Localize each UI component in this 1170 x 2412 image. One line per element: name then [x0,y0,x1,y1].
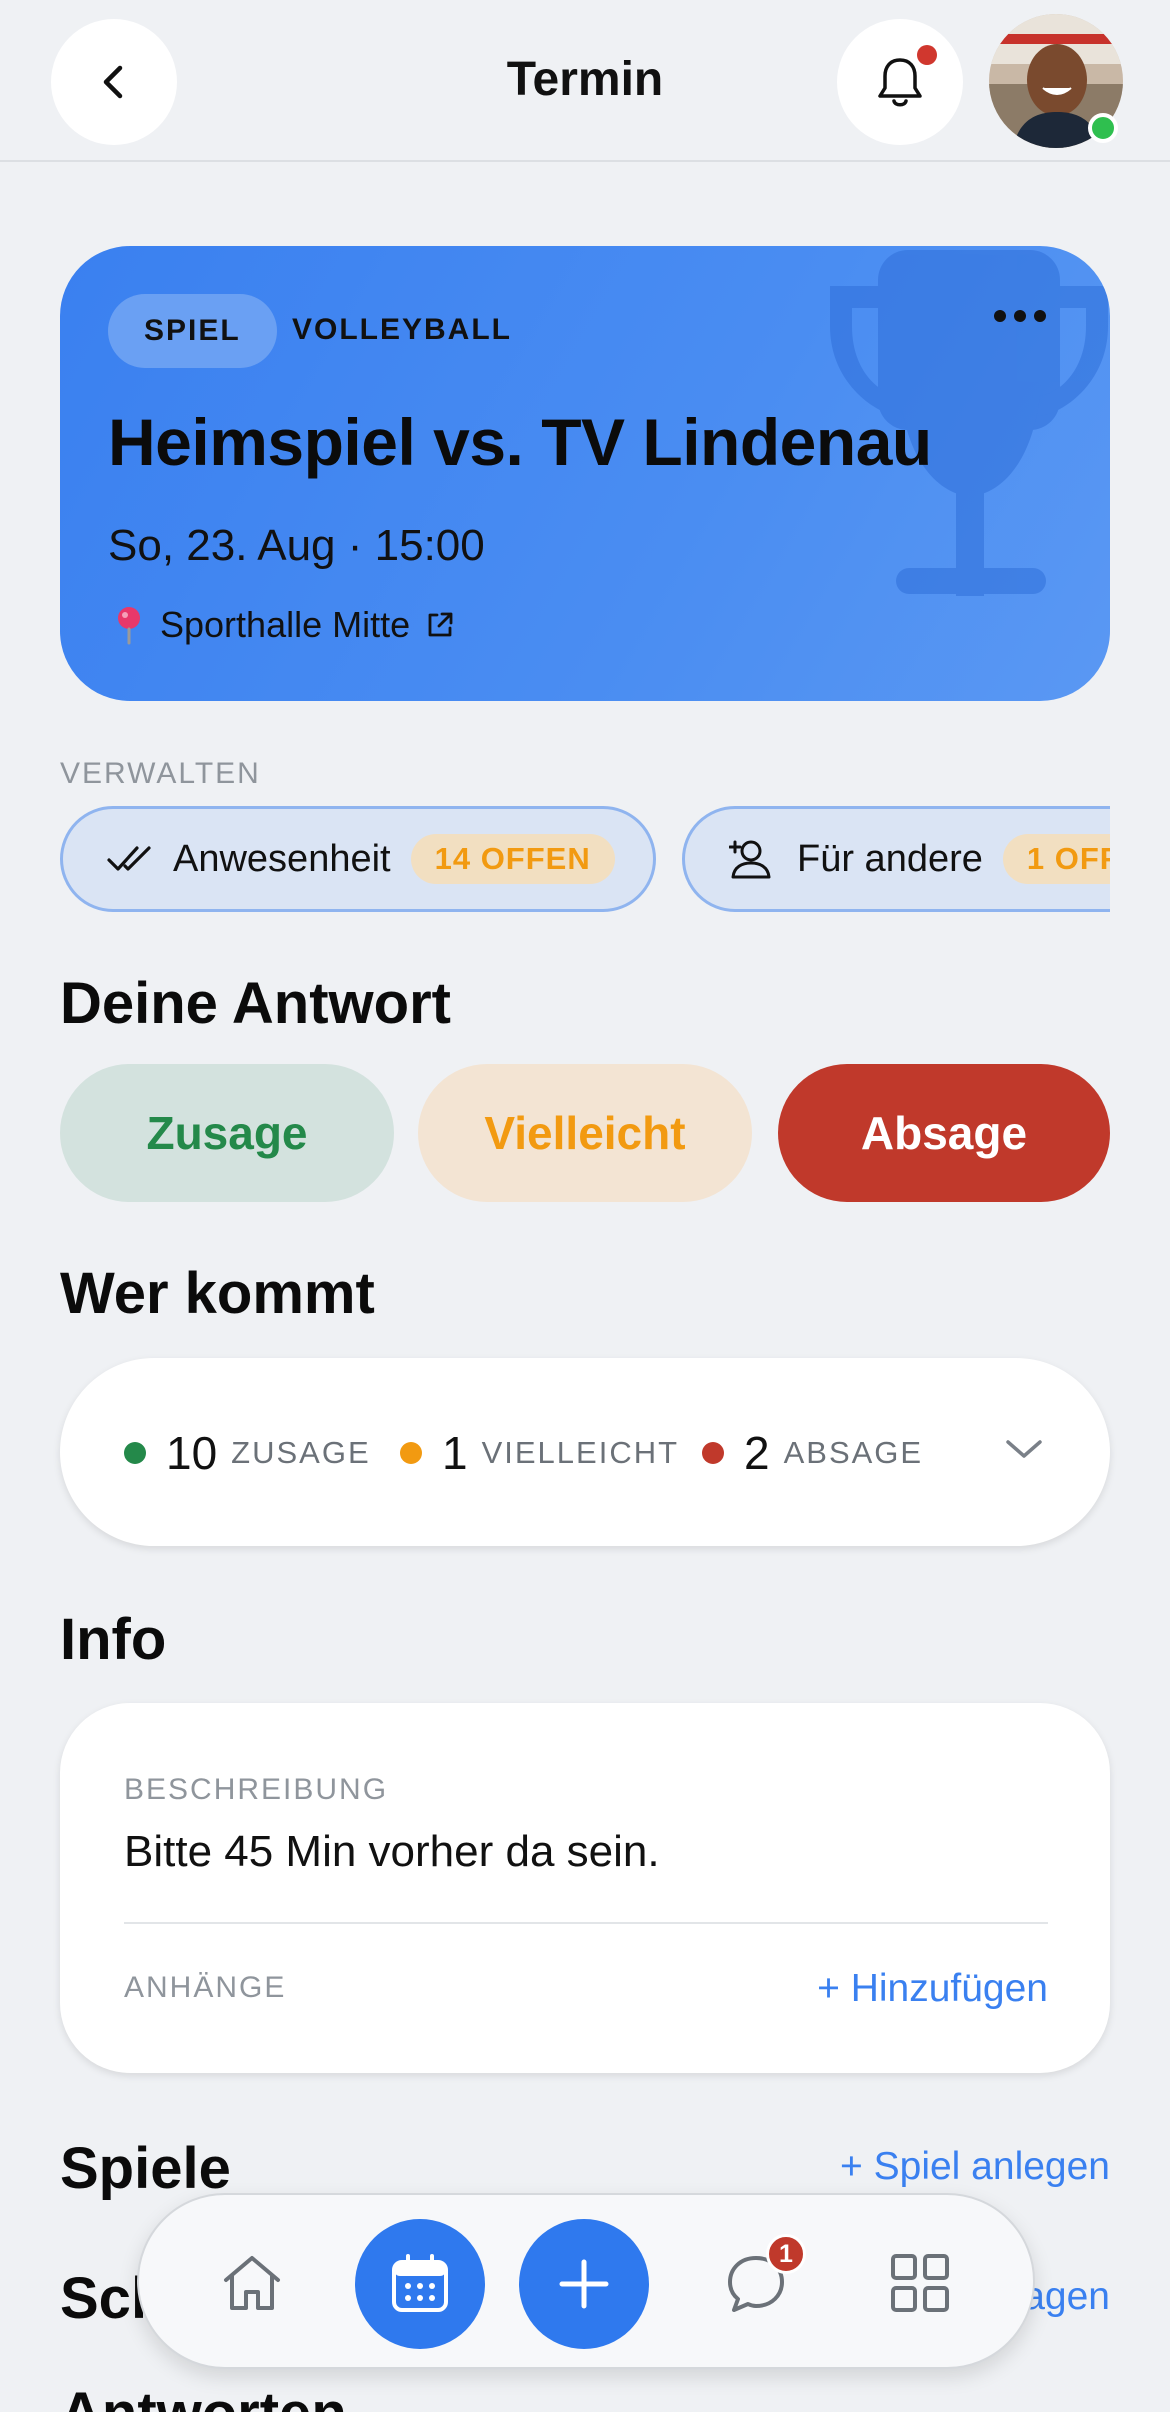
double-check-icon [107,846,151,871]
event-detail-screen: Termin SPIEL VOLLEYBALL Heimspiel vs. TV… [0,0,1170,2412]
divider [124,1922,1048,1924]
accepted-count: 10 [166,1427,218,1479]
event-datetime: So, 23. Aug · 15:00 [108,521,485,570]
third-section-heading: Antworten [60,2380,347,2412]
attendance-open-badge: 14 OFFEN [410,834,615,884]
games-heading: Spiele [60,2136,231,2201]
nav-chat[interactable] [691,2195,821,2371]
maybe-count: 1 [442,1427,468,1479]
info-heading: Info [60,1607,167,1672]
declined-stat: 2 ABSAGE [702,1426,923,1480]
declined-label: ABSAGE [783,1435,924,1470]
decline-button[interactable]: Absage [778,1064,1110,1202]
attendance-chip-label: Anwesenheit [173,837,391,880]
maybe-stat: 1 VIELLEICHT [400,1426,679,1480]
event-title: Heimspiel vs. TV Lindenau [108,405,932,479]
grid-icon [891,2254,949,2312]
info-card: BESCHREIBUNG Bitte 45 Min vorher da sein… [60,1703,1110,2073]
add-game-link[interactable]: + Spiel anlegen [840,2145,1110,2189]
maybe-label: VIELLEICHT [481,1435,680,1470]
notifications-button[interactable] [837,19,963,145]
location-pin-icon [118,607,140,645]
accept-button[interactable]: Zusage [60,1064,394,1202]
manage-chips-row[interactable]: Anwesenheit 14 OFFEN Für andere 1 OFFEN [60,806,1110,912]
external-link-icon [428,612,453,637]
maybe-dot [400,1442,422,1464]
attendance-chip[interactable]: Anwesenheit 14 OFFEN [60,806,656,912]
event-location-link[interactable]: Sporthalle Mitte [112,604,456,646]
attachments-caption: ANHÄNGE [124,1971,287,2004]
nav-calendar[interactable] [355,2219,485,2349]
chat-unread-badge: 1 [766,2234,806,2274]
event-hero-card: SPIEL VOLLEYBALL Heimspiel vs. TV Linden… [60,246,1110,701]
nav-home[interactable] [187,2195,317,2371]
more-options-icon[interactable] [990,306,1050,326]
accepted-label: ZUSAGE [231,1435,371,1470]
who-comes-heading: Wer kommt [60,1261,375,1326]
online-status-dot [1088,113,1118,143]
event-location: Sporthalle Mitte [160,604,411,645]
accepted-dot [124,1442,146,1464]
event-type-tag: SPIEL [108,294,277,368]
calendar-icon [392,2254,448,2312]
notification-dot [917,45,937,65]
plus-icon [559,2259,609,2309]
sport-label: VOLLEYBALL [292,313,512,346]
add-attachment-link[interactable]: + Hinzufügen [817,1967,1048,2011]
declined-dot [702,1442,724,1464]
for-others-chip[interactable]: Für andere 1 OFFEN [682,806,1110,912]
accepted-stat: 10 ZUSAGE [124,1426,371,1480]
maybe-button[interactable]: Vielleicht [418,1064,752,1202]
description-caption: BESCHREIBUNG [124,1773,389,1806]
nav-apps[interactable] [855,2195,985,2371]
description-text: Bitte 45 Min vorher da sein. [124,1827,660,1876]
next-section-link[interactable]: agen [1023,2275,1110,2319]
nav-add[interactable] [519,2219,649,2349]
bottom-navigation [137,2193,1035,2369]
home-icon [224,2256,280,2310]
response-heading: Deine Antwort [60,971,451,1036]
bell-icon [878,58,922,107]
attendance-summary-card[interactable]: 10 ZUSAGE 1 VIELLEICHT 2 ABSAGE [60,1358,1110,1546]
for-others-chip-label: Für andere [797,837,983,880]
top-bar: Termin [0,0,1170,162]
chevron-down-icon[interactable] [1004,1434,1044,1464]
declined-count: 2 [744,1427,770,1479]
for-others-open-badge: 1 OFFEN [1002,834,1110,884]
manage-caption: VERWALTEN [60,757,261,790]
add-person-icon [729,840,771,879]
